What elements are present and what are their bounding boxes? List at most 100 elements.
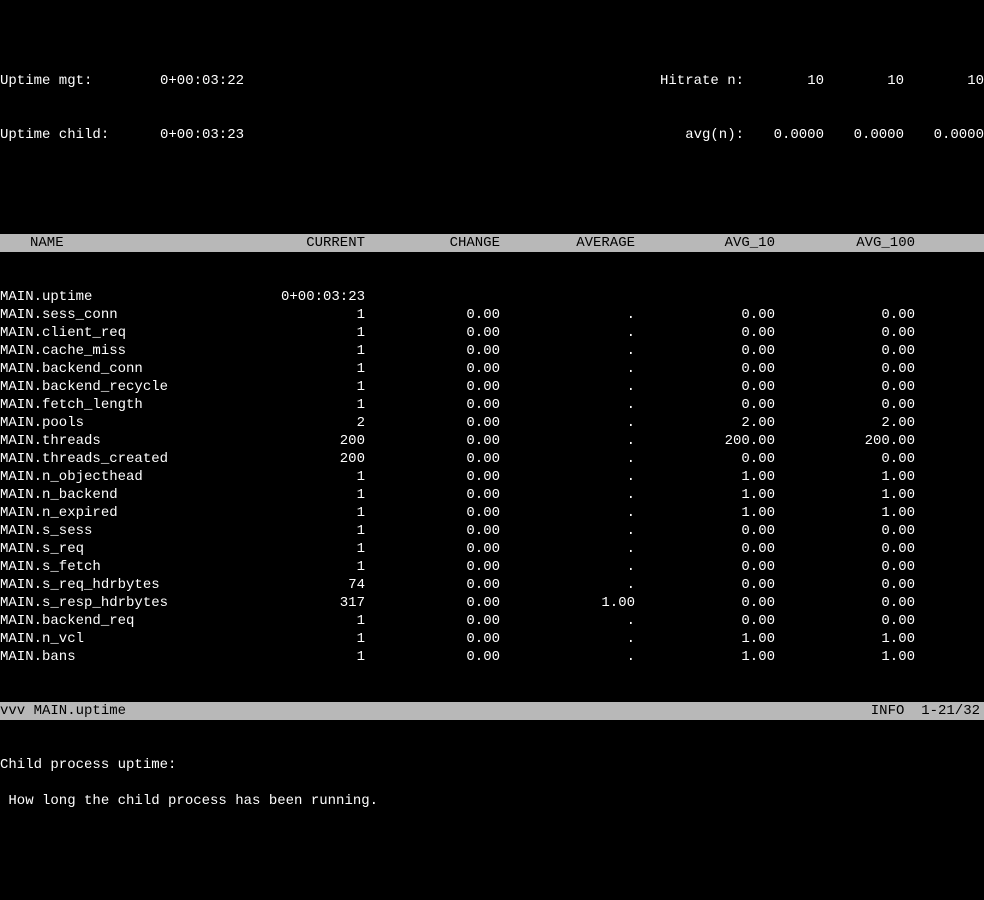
hitrate-n-label: Hitrate n: <box>624 72 744 90</box>
table-row[interactable]: MAIN.client_req10.00.0.000.00 <box>0 324 984 342</box>
cell-avg100: 0.00 <box>775 540 915 558</box>
cell-average: . <box>500 576 635 594</box>
table-row[interactable]: MAIN.s_sess10.00.0.000.00 <box>0 522 984 540</box>
cell-name: MAIN.s_fetch <box>0 558 260 576</box>
cell-change: 0.00 <box>365 648 500 666</box>
col-header-average: AVERAGE <box>500 234 635 252</box>
cell-name: MAIN.cache_miss <box>0 342 260 360</box>
cell-current: 1 <box>260 468 365 486</box>
cell-change: 0.00 <box>365 630 500 648</box>
cell-avg100: 1.00 <box>775 486 915 504</box>
avg-n-3: 0.0000 <box>904 126 984 144</box>
table-row[interactable]: MAIN.threads2000.00.200.00200.00 <box>0 432 984 450</box>
status-bar: vvv MAIN.uptime INFO 1-21/32 <box>0 702 984 720</box>
cell-avg100: 1.00 <box>775 648 915 666</box>
cell-average: . <box>500 414 635 432</box>
uptime-child-value: 0+00:03:23 <box>160 126 280 144</box>
cell-avg10: 0.00 <box>635 612 775 630</box>
cell-avg100: 0.00 <box>775 612 915 630</box>
col-header-avg100: AVG_100 <box>775 234 915 252</box>
cell-avg10: 1.00 <box>635 648 775 666</box>
table-row[interactable]: MAIN.sess_conn10.00.0.000.00 <box>0 306 984 324</box>
cell-current: 1 <box>260 648 365 666</box>
cell-avg100: 0.00 <box>775 450 915 468</box>
table-row[interactable]: MAIN.backend_conn10.00.0.000.00 <box>0 360 984 378</box>
uptime-mgt-label: Uptime mgt: <box>0 72 160 90</box>
cell-change <box>365 288 500 306</box>
cell-average: 1.00 <box>500 594 635 612</box>
cell-avg10: 0.00 <box>635 594 775 612</box>
cell-avg100: 2.00 <box>775 414 915 432</box>
cell-name: MAIN.s_sess <box>0 522 260 540</box>
cell-name: MAIN.pools <box>0 414 260 432</box>
cell-average: . <box>500 612 635 630</box>
cell-current: 1 <box>260 360 365 378</box>
cell-avg100: 0.00 <box>775 306 915 324</box>
cell-avg10: 200.00 <box>635 432 775 450</box>
cell-average: . <box>500 360 635 378</box>
cell-current: 1 <box>260 378 365 396</box>
hitrate-n-3: 10 <box>904 72 984 90</box>
col-header-current: CURRENT <box>260 234 365 252</box>
cell-avg10: 2.00 <box>635 414 775 432</box>
cell-average: . <box>500 378 635 396</box>
cell-current: 1 <box>260 396 365 414</box>
table-row[interactable]: MAIN.n_objecthead10.00.1.001.00 <box>0 468 984 486</box>
table-row[interactable]: MAIN.uptime0+00:03:23 <box>0 288 984 306</box>
table-row[interactable]: MAIN.s_req10.00.0.000.00 <box>0 540 984 558</box>
cell-current: 1 <box>260 558 365 576</box>
uptime-child-row: Uptime child: 0+00:03:23 avg(n): 0.0000 … <box>0 126 984 144</box>
cell-name: MAIN.n_objecthead <box>0 468 260 486</box>
table-row[interactable]: MAIN.fetch_length10.00.0.000.00 <box>0 396 984 414</box>
cell-name: MAIN.s_resp_hdrbytes <box>0 594 260 612</box>
cell-change: 0.00 <box>365 342 500 360</box>
table-row[interactable]: MAIN.n_backend10.00.1.001.00 <box>0 486 984 504</box>
col-header-avg10: AVG_10 <box>635 234 775 252</box>
table-row[interactable]: MAIN.s_req_hdrbytes740.00.0.000.00 <box>0 576 984 594</box>
table-row[interactable]: MAIN.s_fetch10.00.0.000.00 <box>0 558 984 576</box>
cell-change: 0.00 <box>365 468 500 486</box>
cell-change: 0.00 <box>365 306 500 324</box>
cell-average: . <box>500 648 635 666</box>
cell-change: 0.00 <box>365 594 500 612</box>
table-row[interactable]: MAIN.backend_req10.00.0.000.00 <box>0 612 984 630</box>
table-row[interactable]: MAIN.backend_recycle10.00.0.000.00 <box>0 378 984 396</box>
avg-n-2: 0.0000 <box>824 126 904 144</box>
cell-change: 0.00 <box>365 576 500 594</box>
cell-current: 1 <box>260 324 365 342</box>
cell-change: 0.00 <box>365 522 500 540</box>
cell-change: 0.00 <box>365 414 500 432</box>
cell-current: 1 <box>260 630 365 648</box>
cell-avg100: 0.00 <box>775 576 915 594</box>
cell-avg100: 0.00 <box>775 324 915 342</box>
cell-current: 74 <box>260 576 365 594</box>
avg-n-label: avg(n): <box>624 126 744 144</box>
table-row[interactable]: MAIN.cache_miss10.00.0.000.00 <box>0 342 984 360</box>
cell-avg10: 0.00 <box>635 306 775 324</box>
stats-table[interactable]: MAIN.uptime0+00:03:23MAIN.sess_conn10.00… <box>0 288 984 666</box>
cell-average: . <box>500 630 635 648</box>
cell-average: . <box>500 522 635 540</box>
cell-name: MAIN.threads_created <box>0 450 260 468</box>
status-position: 1-21/32 <box>921 703 980 719</box>
cell-average <box>500 288 635 306</box>
table-row[interactable]: MAIN.n_expired10.00.1.001.00 <box>0 504 984 522</box>
cell-current: 1 <box>260 612 365 630</box>
cell-change: 0.00 <box>365 450 500 468</box>
cell-average: . <box>500 396 635 414</box>
table-row[interactable]: MAIN.threads_created2000.00.0.000.00 <box>0 450 984 468</box>
cell-avg100: 0.00 <box>775 360 915 378</box>
cell-name: MAIN.bans <box>0 648 260 666</box>
cell-avg10: 0.00 <box>635 450 775 468</box>
table-row[interactable]: MAIN.bans10.00.1.001.00 <box>0 648 984 666</box>
cell-avg10: 1.00 <box>635 504 775 522</box>
cell-avg100: 1.00 <box>775 630 915 648</box>
cell-avg10: 0.00 <box>635 576 775 594</box>
cell-avg100: 0.00 <box>775 522 915 540</box>
cell-name: MAIN.n_expired <box>0 504 260 522</box>
cell-current: 2 <box>260 414 365 432</box>
table-row[interactable]: MAIN.s_resp_hdrbytes3170.001.000.000.00 <box>0 594 984 612</box>
cell-avg10 <box>635 288 775 306</box>
table-row[interactable]: MAIN.n_vcl10.00.1.001.00 <box>0 630 984 648</box>
table-row[interactable]: MAIN.pools20.00.2.002.00 <box>0 414 984 432</box>
